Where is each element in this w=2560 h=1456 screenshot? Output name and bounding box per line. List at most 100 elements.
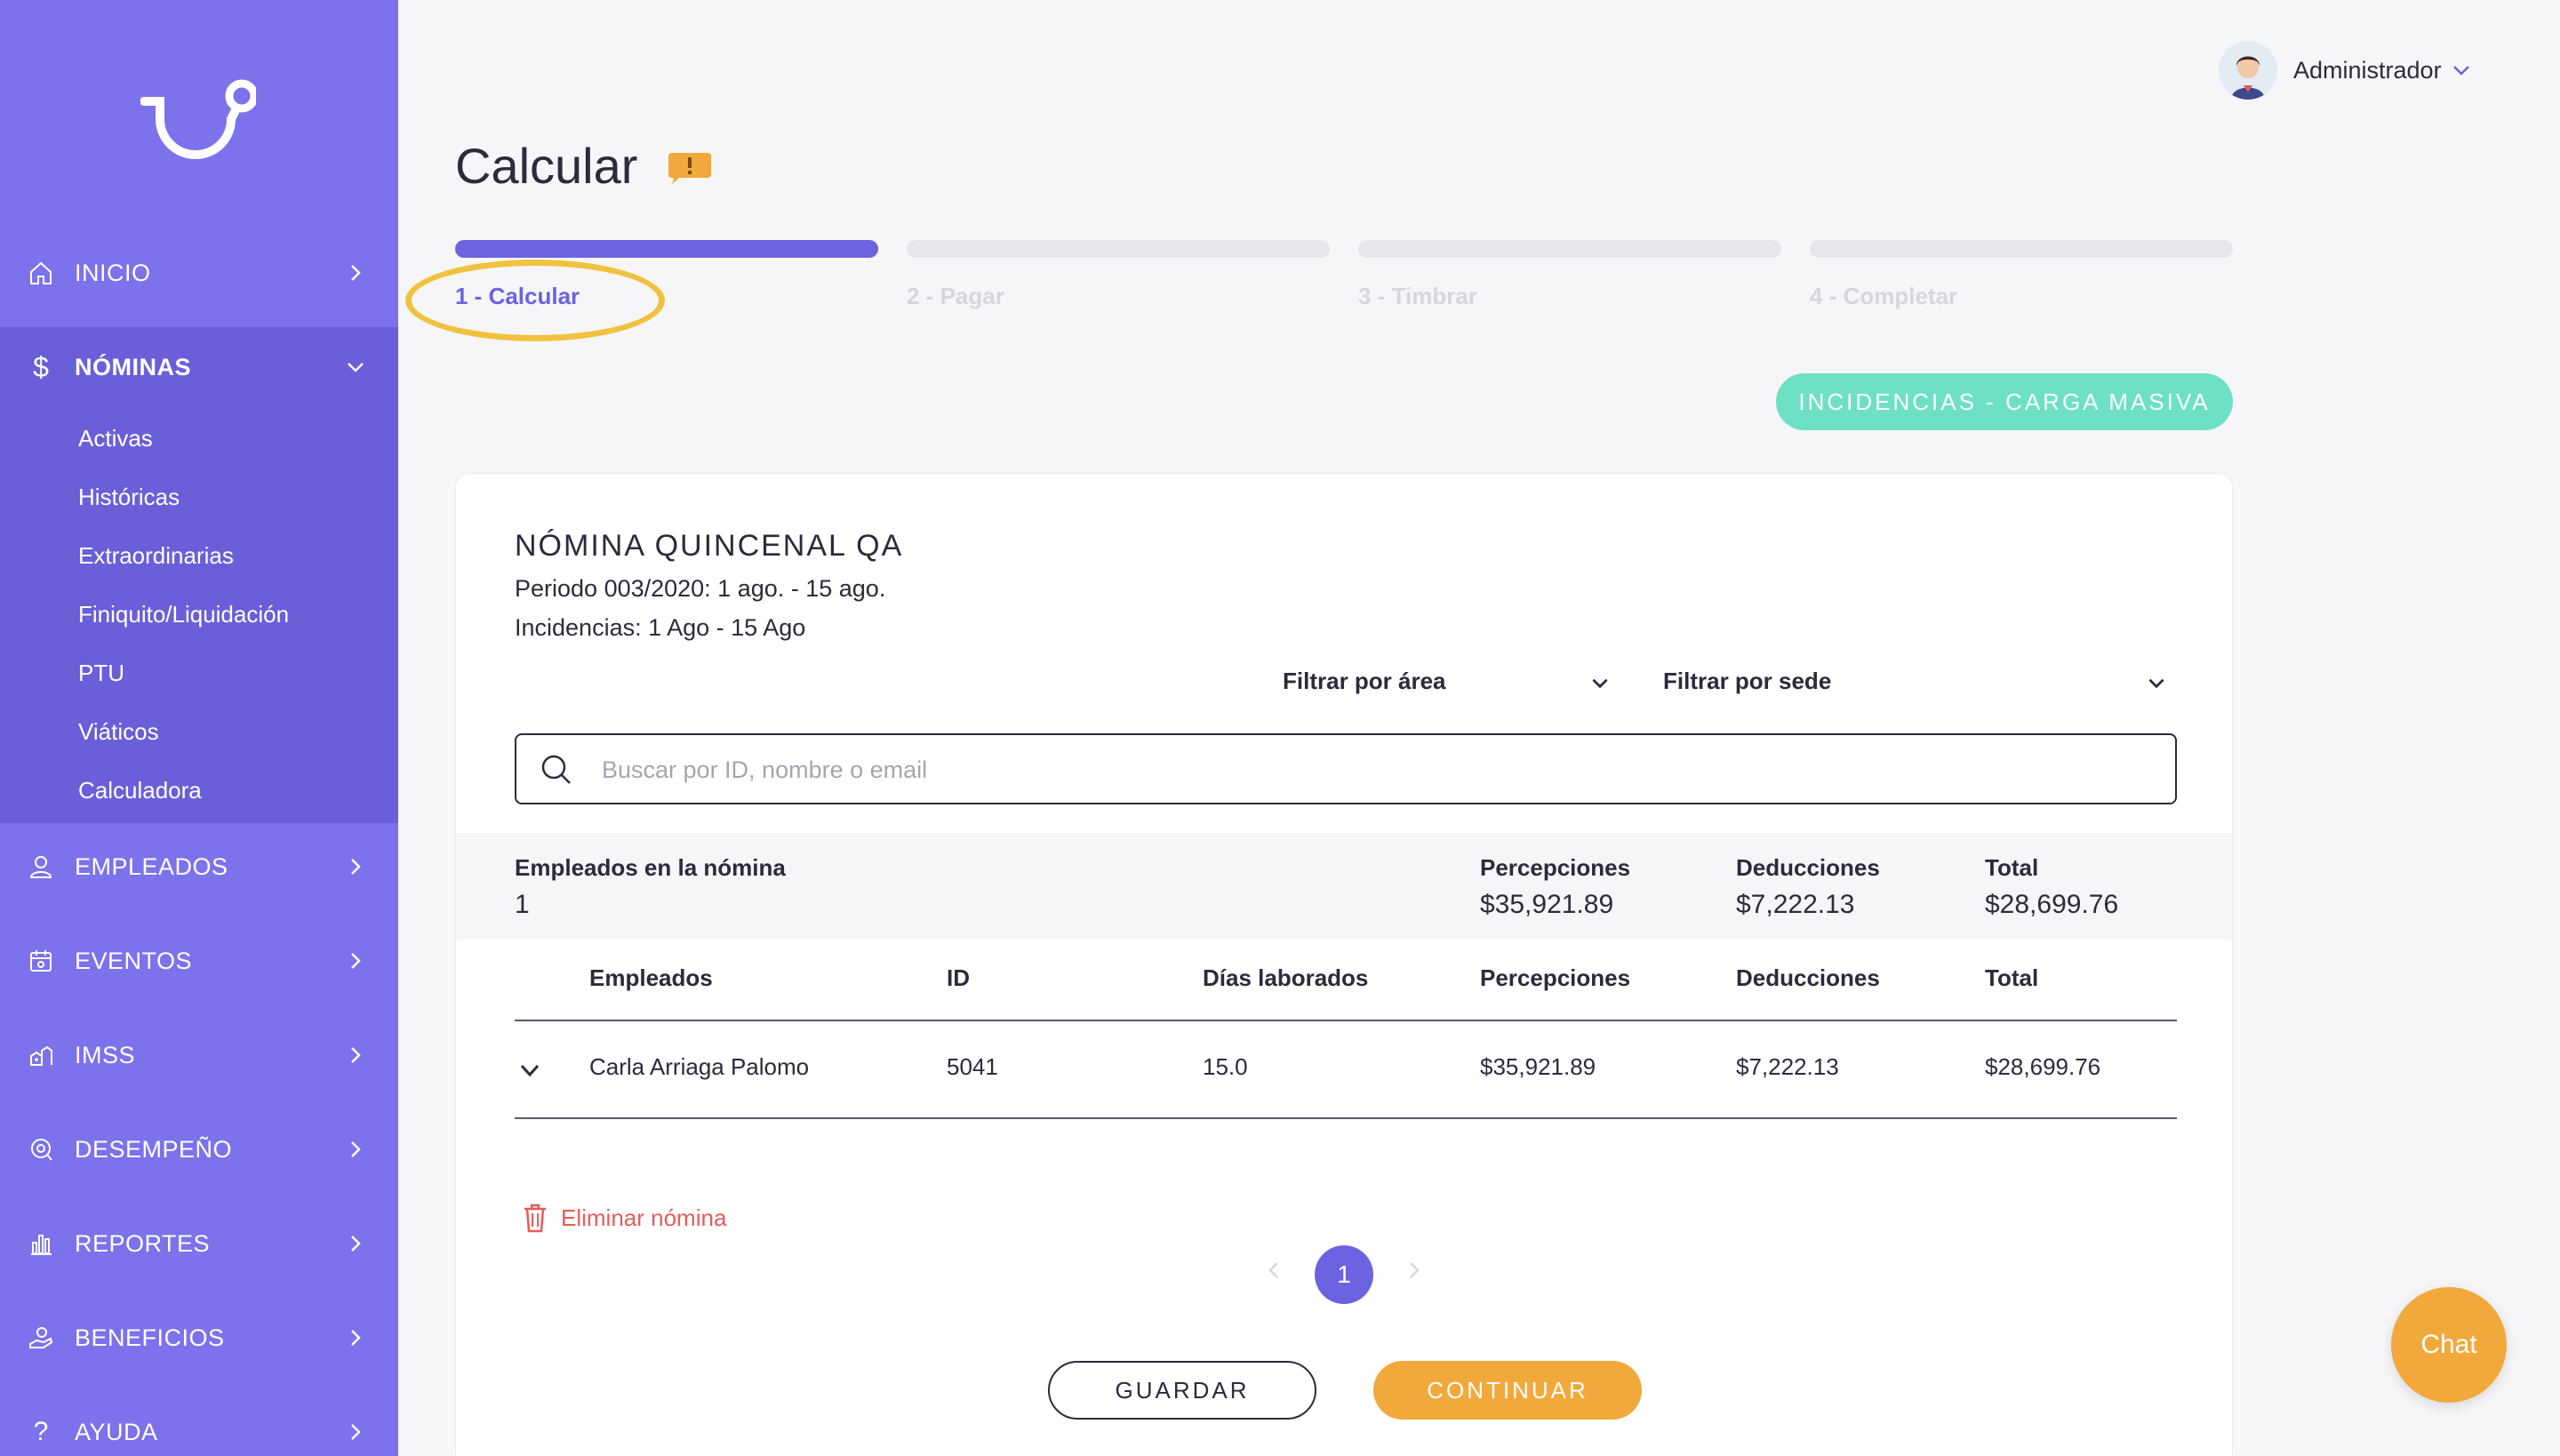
chevron-right-icon	[351, 1424, 361, 1440]
chevron-right-icon	[351, 953, 361, 969]
summary-deductions-value: $7,222.13	[1736, 890, 1855, 919]
sidebar: INICIO $ NÓMINAS Activas Históricas Extr…	[0, 0, 398, 1456]
step-progress-calcular	[455, 240, 878, 258]
search-icon	[541, 755, 571, 784]
bar-chart-icon	[27, 1229, 55, 1258]
highlight-annotation	[405, 260, 665, 341]
chevron-right-icon	[351, 1047, 361, 1063]
chevron-right-icon	[351, 1330, 361, 1346]
summary-deductions-label: Deducciones	[1736, 854, 1880, 881]
sidebar-item-eventos[interactable]: EVENTOS	[0, 921, 398, 1001]
submenu-item-activas[interactable]: Activas	[78, 425, 153, 452]
step-progress-pagar	[907, 240, 1330, 258]
brand-logo-icon[interactable]	[140, 76, 259, 165]
nominas-submenu: Activas Históricas Extraordinarias Finiq…	[0, 404, 398, 823]
cell-days-worked: 15.0	[1203, 1053, 1248, 1080]
delete-payroll-label: Eliminar nómina	[561, 1204, 727, 1231]
submenu-item-calculadora[interactable]: Calculadora	[78, 777, 202, 804]
table-divider	[515, 1020, 2177, 1021]
step-timbrar[interactable]: 3 - Timbrar	[1358, 283, 1477, 310]
sidebar-item-reportes[interactable]: REPORTES	[0, 1204, 398, 1284]
filter-sede-select[interactable]: Filtrar por sede	[1663, 668, 1831, 695]
warning-comment-icon[interactable]	[667, 153, 713, 185]
sidebar-item-label: BENEFICIOS	[75, 1324, 225, 1351]
sidebar-item-label: DESEMPEÑO	[75, 1135, 233, 1163]
pagination-page-1[interactable]: 1	[1315, 1245, 1373, 1304]
dollar-icon: $	[33, 350, 49, 383]
summary-total-label: Total	[1985, 854, 2039, 881]
sidebar-item-imss[interactable]: IMSS	[0, 1015, 398, 1095]
summary-total-value: $28,699.76	[1985, 890, 2119, 919]
sidebar-item-inicio[interactable]: INICIO	[0, 233, 398, 313]
help-icon: ?	[33, 1417, 49, 1446]
performance-icon	[27, 1135, 55, 1164]
sidebar-item-label: IMSS	[75, 1041, 136, 1068]
home-icon	[27, 259, 55, 287]
user-menu[interactable]: Administrador	[2219, 41, 2472, 100]
user-name: Administrador	[2293, 56, 2442, 84]
chevron-right-icon	[351, 859, 361, 875]
submenu-item-historicas[interactable]: Históricas	[78, 484, 180, 511]
sidebar-item-label: EMPLEADOS	[75, 852, 228, 880]
chevron-down-icon[interactable]	[2145, 671, 2168, 694]
avatar	[2219, 41, 2277, 100]
sidebar-item-desempeno[interactable]: DESEMPEÑO	[0, 1109, 398, 1189]
chevron-down-icon[interactable]	[1588, 671, 1612, 694]
cell-perceptions: $35,921.89	[1480, 1053, 1596, 1080]
chevron-left-icon[interactable]	[1263, 1260, 1284, 1281]
user-icon	[27, 852, 55, 881]
benefits-icon	[27, 1324, 55, 1352]
search-box	[515, 733, 2177, 804]
sidebar-item-ayuda[interactable]: ? AYUDA	[0, 1392, 398, 1456]
summary-employees-label: Empleados en la nómina	[515, 854, 786, 881]
chat-button[interactable]: Chat	[2391, 1287, 2507, 1403]
cell-employee-id: 5041	[947, 1053, 998, 1080]
column-header-empleados: Empleados	[589, 964, 713, 991]
sidebar-item-label: NÓMINAS	[75, 353, 191, 380]
step-completar[interactable]: 4 - Completar	[1810, 283, 1957, 310]
chevron-right-icon[interactable]	[1404, 1260, 1425, 1281]
sidebar-item-empleados[interactable]: EMPLEADOS	[0, 827, 398, 907]
submenu-item-ptu[interactable]: PTU	[78, 660, 124, 687]
column-header-deducciones: Deducciones	[1736, 964, 1880, 991]
filter-area-select[interactable]: Filtrar por área	[1283, 668, 1446, 695]
cell-deductions: $7,222.13	[1736, 1053, 1839, 1080]
trash-icon	[524, 1204, 546, 1233]
submenu-item-finiquito[interactable]: Finiquito/Liquidación	[78, 601, 289, 628]
delete-payroll-button[interactable]: Eliminar nómina	[522, 1203, 726, 1233]
submenu-item-extraordinarias[interactable]: Extraordinarias	[78, 542, 234, 570]
table-divider	[515, 1117, 2177, 1119]
payroll-summary: Empleados en la nómina 1 Percepciones $3…	[456, 833, 2232, 940]
summary-perceptions-label: Percepciones	[1480, 854, 1631, 881]
chevron-right-icon	[351, 1236, 361, 1252]
sidebar-item-label: AYUDA	[75, 1418, 158, 1445]
save-button[interactable]: GUARDAR	[1048, 1361, 1316, 1420]
step-progress-timbrar	[1358, 240, 1781, 258]
summary-employees-value: 1	[515, 890, 530, 919]
step-pagar[interactable]: 2 - Pagar	[907, 283, 1004, 310]
page-title: Calcular	[455, 138, 638, 194]
chevron-right-icon	[351, 1141, 361, 1157]
chevron-right-icon	[351, 265, 361, 281]
payroll-card: NÓMINA QUINCENAL QA Periodo 003/2020: 1 …	[455, 473, 2233, 1456]
payroll-title: NÓMINA QUINCENAL QA	[515, 529, 904, 563]
cell-total: $28,699.76	[1985, 1053, 2101, 1080]
sidebar-item-label: EVENTOS	[75, 947, 193, 974]
expand-row-chevron-icon[interactable]	[516, 1057, 543, 1084]
sidebar-item-nominas[interactable]: $ NÓMINAS	[0, 327, 398, 407]
sidebar-item-beneficios[interactable]: BENEFICIOS	[0, 1298, 398, 1378]
summary-perceptions-value: $35,921.89	[1480, 890, 1614, 919]
mass-upload-button[interactable]: INCIDENCIAS - CARGA MASIVA	[1776, 373, 2233, 430]
health-icon	[27, 1041, 55, 1069]
search-input[interactable]	[602, 748, 2148, 792]
chevron-down-icon	[348, 363, 364, 372]
calendar-icon	[27, 947, 55, 975]
column-header-id: ID	[947, 964, 970, 991]
submenu-item-viaticos[interactable]: Viáticos	[78, 718, 159, 746]
continue-button[interactable]: CONTINUAR	[1373, 1361, 1642, 1420]
cell-employee-name[interactable]: Carla Arriaga Palomo	[589, 1053, 809, 1081]
step-progress-completar	[1810, 240, 2233, 258]
chevron-down-icon	[2452, 66, 2469, 76]
payroll-period: Periodo 003/2020: 1 ago. - 15 ago.	[515, 575, 886, 602]
sidebar-item-label: INICIO	[75, 259, 151, 286]
